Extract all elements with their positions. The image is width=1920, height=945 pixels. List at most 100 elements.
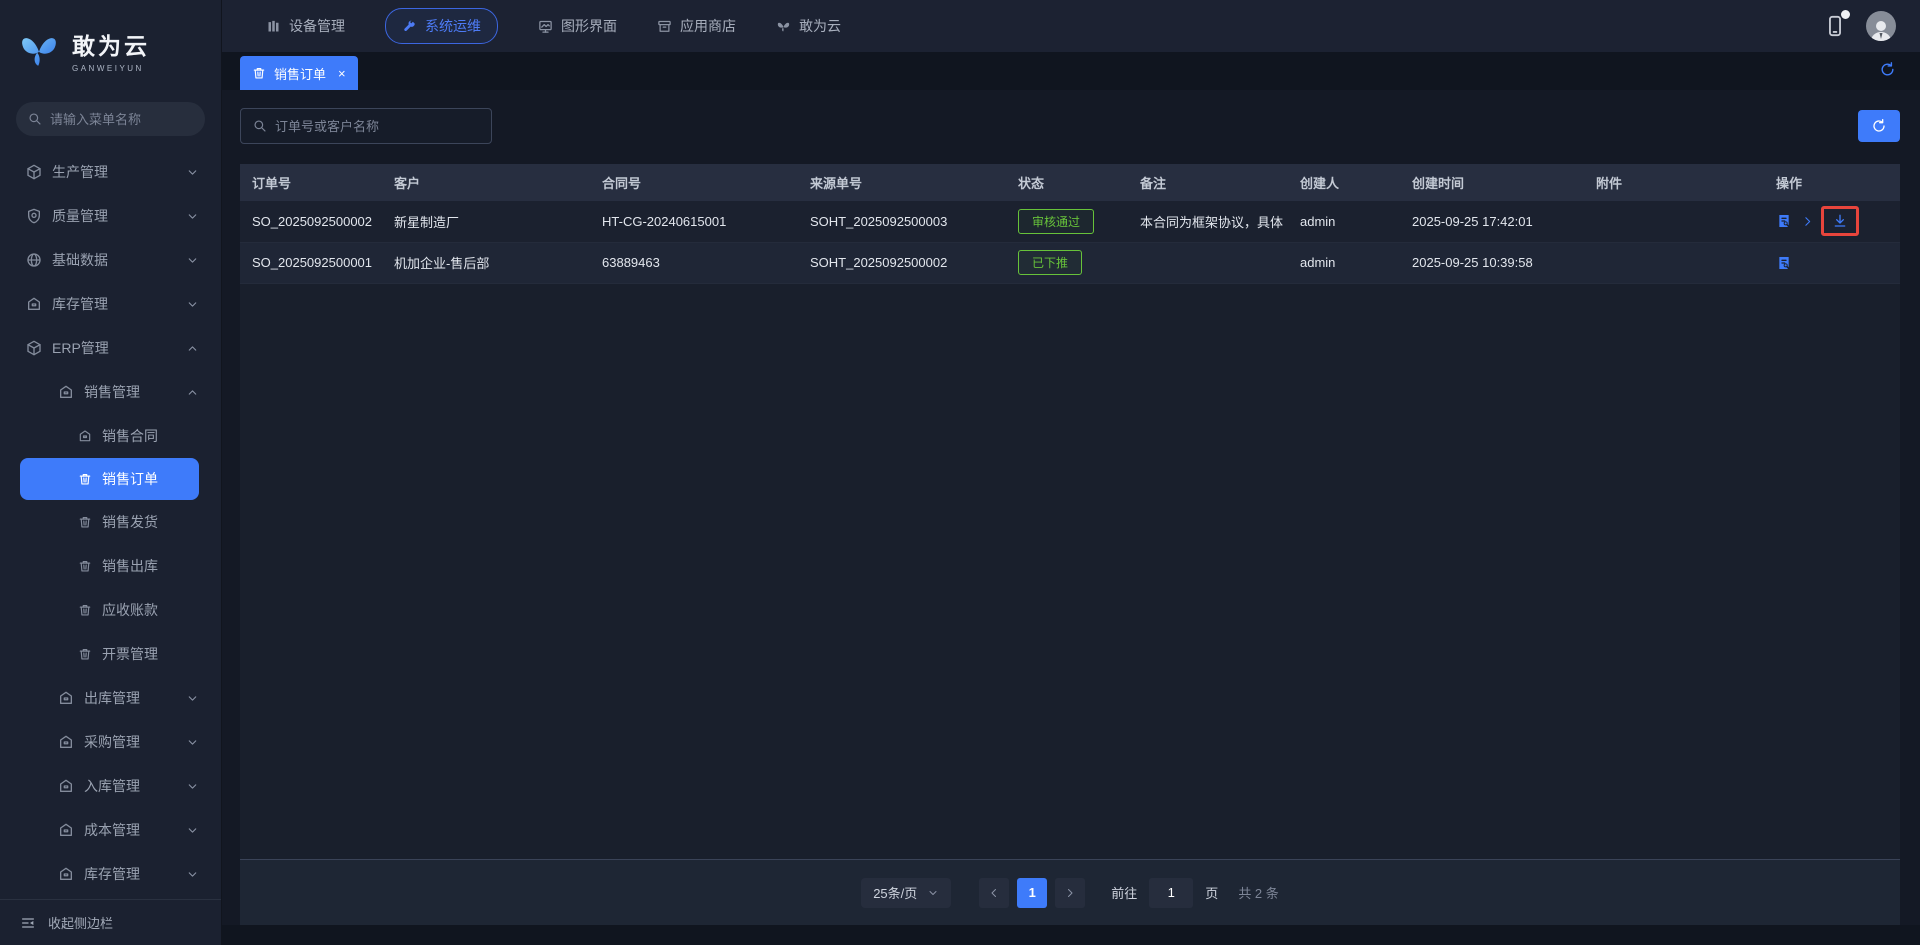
sidebar-item-label: 基础数据 — [52, 252, 108, 268]
sidebar-item-invoicing[interactable]: 开票管理 — [0, 632, 221, 676]
order-icon — [252, 66, 266, 80]
table-header-row: 订单号 客户 合同号 来源单号 状态 备注 创建人 创建时间 附件 操作 — [240, 164, 1900, 201]
phone-badge — [1840, 9, 1851, 20]
brand-name: 敢为云 — [72, 33, 150, 59]
doc-icon — [78, 472, 92, 486]
sidebar-search-input[interactable] — [50, 111, 193, 127]
table-row: SO_2025092500002 新星制造厂 HT-CG-20240615001… — [240, 201, 1900, 243]
topnav-system-ops[interactable]: 系统运维 — [385, 8, 498, 44]
table-empty-area — [240, 284, 1900, 860]
current-page-button[interactable]: 1 — [1017, 877, 1048, 908]
collapse-sidebar-button[interactable]: 收起侧边栏 — [0, 899, 221, 945]
doc-icon — [78, 515, 92, 529]
sidebar-item-cost-mgmt[interactable]: 成本管理 — [0, 808, 221, 852]
page-unit-label: 页 — [1205, 886, 1219, 901]
erp-cube-icon — [26, 340, 42, 356]
sidebar-item-sales-mgmt[interactable]: 销售管理 — [0, 370, 221, 414]
topnav-app-store[interactable]: 应用商店 — [657, 16, 736, 36]
cell-order-no: SO_2025092500001 — [240, 242, 382, 284]
store-icon — [657, 19, 672, 34]
topnav-device-management[interactable]: 设备管理 — [266, 16, 345, 36]
device-bars-icon — [266, 19, 281, 34]
collapse-sidebar-icon — [20, 915, 36, 931]
doc-icon — [78, 603, 92, 617]
chevron-down-icon — [927, 887, 939, 899]
prev-page-button[interactable] — [979, 877, 1010, 908]
cell-order-no: SO_2025092500002 — [240, 201, 382, 243]
tab-label: 销售订单 — [274, 66, 327, 82]
goto-label: 前往 — [1111, 886, 1138, 901]
sidebar-item-label: 库存管理 — [52, 296, 108, 312]
chevron-down-icon — [186, 298, 199, 311]
sidebar-item-base-data[interactable]: 基础数据 — [0, 238, 221, 282]
sidebar-item-inventory[interactable]: 库存管理 — [0, 282, 221, 326]
main-area: 设备管理 系统运维 图形界面 应用商店 敢为云 销售订单 × 订单号或客户名称 … — [222, 0, 1920, 945]
sidebar-item-stock-mgmt[interactable]: 库存管理 — [0, 852, 221, 896]
topnav-ganweiyun[interactable]: 敢为云 — [776, 16, 841, 36]
cabinet-icon — [58, 866, 74, 882]
butterfly-icon — [776, 19, 791, 34]
refresh-page-icon[interactable] — [1879, 61, 1896, 78]
close-tab-icon[interactable]: × — [338, 66, 346, 81]
column-header-status: 状态 — [1006, 164, 1128, 201]
sidebar-item-sales-contract[interactable]: 销售合同 — [0, 414, 221, 458]
sidebar-item-quality[interactable]: 质量管理 — [0, 194, 221, 238]
cell-attachment — [1584, 242, 1764, 284]
sidebar-item-outbound-mgmt[interactable]: 出库管理 — [0, 676, 221, 720]
sidebar-item-sales-delivery[interactable]: 销售发货 — [0, 500, 221, 544]
inventory-cabinet-icon — [26, 296, 42, 312]
cabinet-icon — [58, 778, 74, 794]
pagination: 25条/页 1 前往 页 共 2 条 — [240, 859, 1900, 925]
next-page-button[interactable] — [1055, 877, 1086, 908]
order-search-box[interactable] — [240, 108, 492, 144]
sidebar-menu-search[interactable] — [16, 102, 205, 136]
sidebar-item-receivables[interactable]: 应收账款 — [0, 588, 221, 632]
view-detail-icon[interactable] — [1776, 213, 1792, 229]
topnav-graphic-ui[interactable]: 图形界面 — [538, 16, 617, 36]
cell-attachment — [1584, 201, 1764, 243]
monitor-icon — [538, 19, 553, 34]
column-header-created-at: 创建时间 — [1400, 164, 1584, 201]
column-header-actions: 操作 — [1764, 164, 1900, 201]
cell-created-at: 2025-09-25 17:42:01 — [1400, 201, 1584, 243]
mobile-device-icon[interactable] — [1824, 9, 1851, 39]
cell-customer: 机加企业-售后部 — [382, 242, 590, 284]
push-chevron-icon[interactable] — [1801, 215, 1814, 228]
sidebar-item-erp[interactable]: ERP管理 — [0, 326, 221, 370]
column-header-attachment: 附件 — [1584, 164, 1764, 201]
sidebar-item-label: 出库管理 — [84, 690, 140, 706]
cabinet-icon — [58, 384, 74, 400]
toolbar — [240, 108, 1900, 144]
sidebar-item-label: 销售合同 — [102, 428, 158, 444]
sidebar-item-label: 采购管理 — [84, 734, 140, 750]
chevron-down-icon — [186, 692, 199, 705]
sidebar-item-label: ERP管理 — [52, 340, 109, 356]
sidebar-item-sales-order[interactable]: 销售订单 — [20, 458, 199, 500]
sidebar-item-label: 应收账款 — [102, 602, 158, 618]
order-search-input[interactable] — [275, 118, 479, 134]
user-avatar[interactable] — [1866, 11, 1896, 41]
sidebar-item-label: 质量管理 — [52, 208, 108, 224]
sidebar-item-sales-outbound[interactable]: 销售出库 — [0, 544, 221, 588]
content-panel: 订单号 客户 合同号 来源单号 状态 备注 创建人 创建时间 附件 操作 SO_ — [222, 90, 1920, 945]
cell-remark — [1128, 242, 1288, 284]
sidebar-item-inbound-mgmt[interactable]: 入库管理 — [0, 764, 221, 808]
sidebar-item-label: 库存管理 — [84, 866, 140, 882]
chevron-down-icon — [186, 868, 199, 881]
doc-icon — [78, 647, 92, 661]
goto-page-input[interactable] — [1149, 877, 1194, 908]
cabinet-icon — [58, 690, 74, 706]
sidebar-item-purchase-mgmt[interactable]: 采购管理 — [0, 720, 221, 764]
sidebar-item-production[interactable]: 生产管理 — [0, 150, 221, 194]
page-size-select[interactable]: 25条/页 — [861, 877, 952, 908]
view-detail-icon[interactable] — [1776, 255, 1792, 271]
orders-table: 订单号 客户 合同号 来源单号 状态 备注 创建人 创建时间 附件 操作 SO_ — [240, 164, 1900, 284]
topnav-label: 应用商店 — [680, 18, 736, 34]
download-icon[interactable] — [1832, 213, 1848, 229]
production-cube-icon — [26, 164, 42, 180]
refresh-list-button[interactable] — [1858, 110, 1900, 142]
tab-sales-order[interactable]: 销售订单 × — [240, 56, 358, 90]
cell-remark: 本合同为框架协议，具体 — [1128, 201, 1288, 243]
sidebar-menu: 生产管理 质量管理 基础数据 库存管理 ERP管理 销售管理 销售合同 销售订单… — [0, 150, 221, 899]
chevron-down-icon — [186, 210, 199, 223]
